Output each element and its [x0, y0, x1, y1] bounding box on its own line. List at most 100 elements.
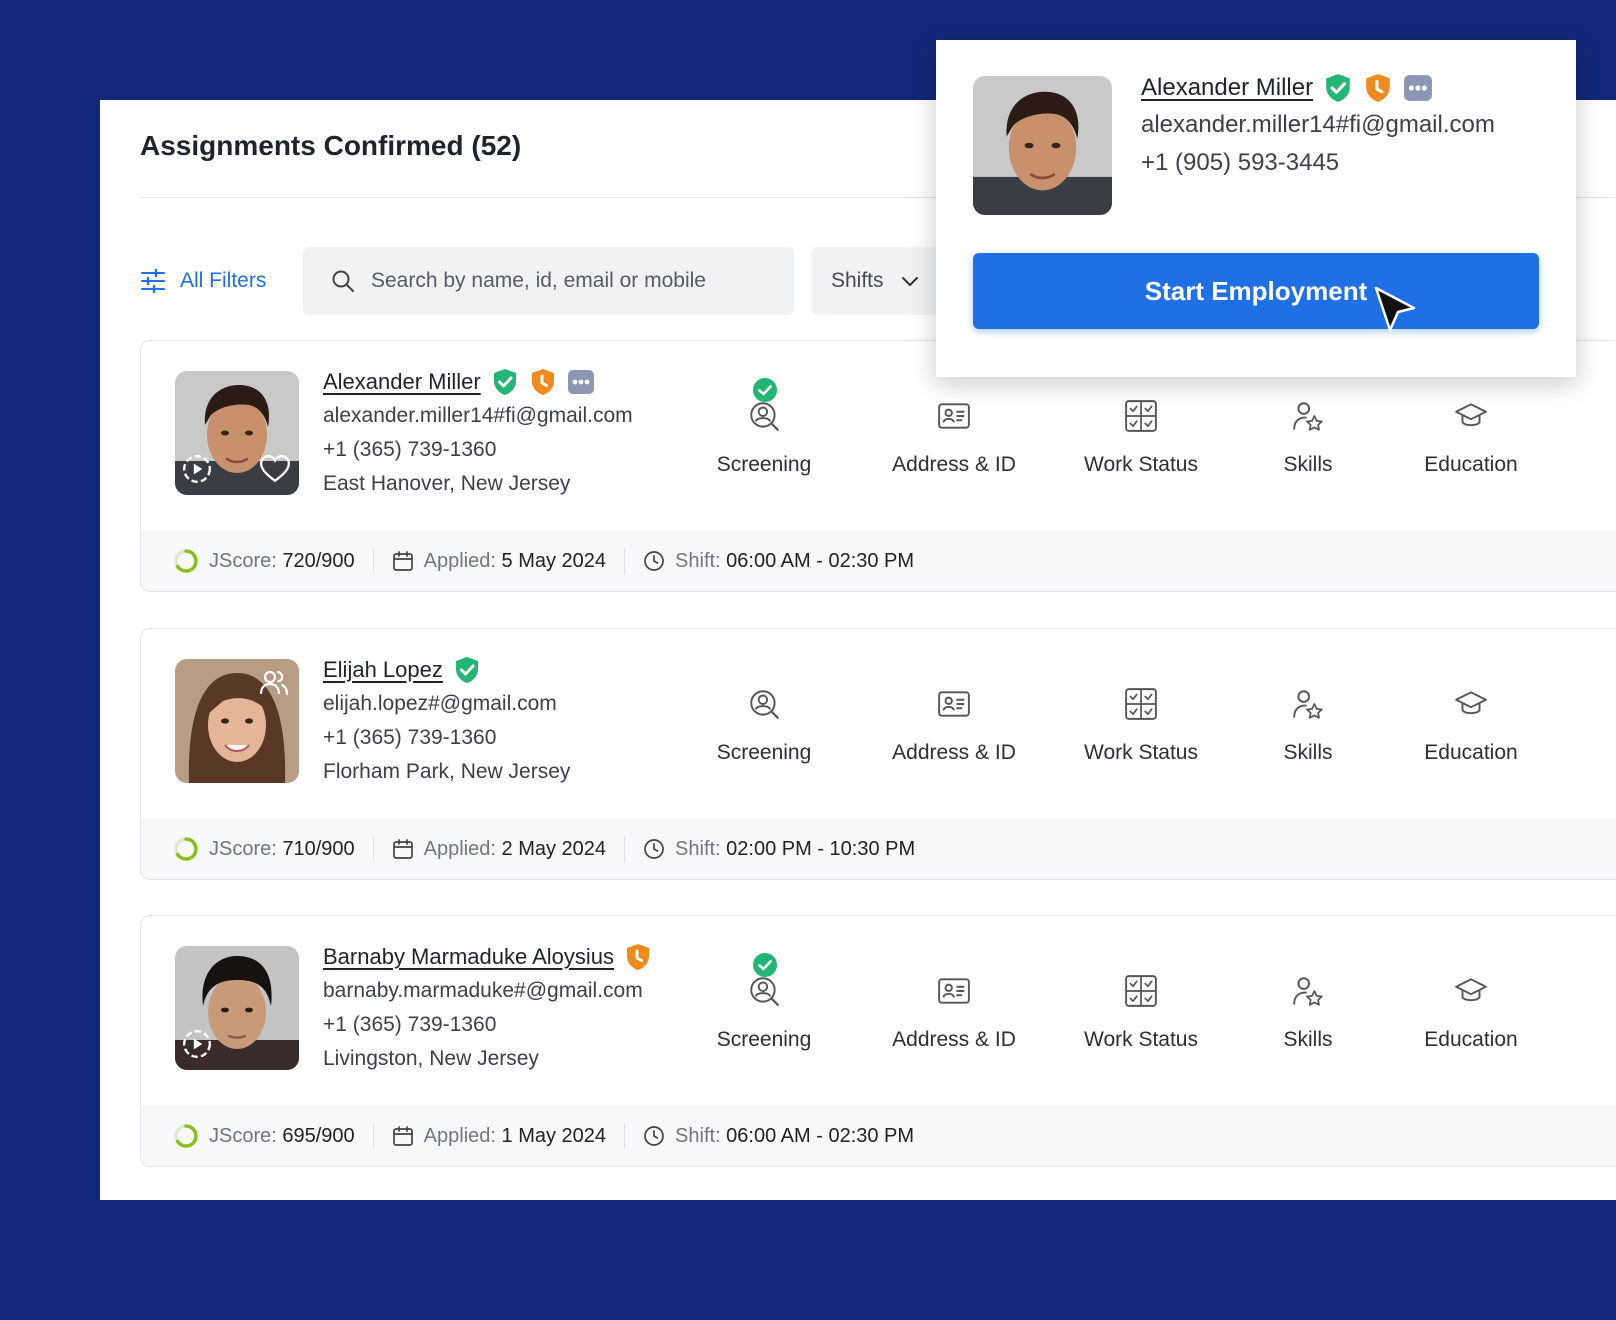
step-label: Skills: [1283, 741, 1333, 764]
step-work-status[interactable]: Work Status: [1073, 948, 1209, 1052]
all-filters-button[interactable]: All Filters: [140, 247, 266, 315]
step-label: Skills: [1283, 453, 1333, 476]
candidate-email: elijah.lopez#@gmail.com: [323, 692, 557, 715]
all-filters-label: All Filters: [180, 269, 267, 292]
verified-shield-icon: [491, 368, 519, 396]
popup-email: alexander.miller14#fi@gmail.com: [1141, 111, 1495, 138]
work-status-icon: [1124, 399, 1158, 433]
work-status-icon: [1124, 974, 1158, 1008]
step-label: Education: [1424, 1028, 1518, 1051]
step-screening[interactable]: Screening: [701, 948, 827, 1052]
education-icon: [1454, 399, 1488, 433]
divider: [624, 548, 626, 574]
step-skills[interactable]: Skills: [1273, 373, 1343, 477]
step-label: Work Status: [1084, 741, 1198, 764]
candidate-photo[interactable]: [175, 946, 299, 1070]
step-skills[interactable]: Skills: [1273, 661, 1343, 765]
step-work-status[interactable]: Work Status: [1073, 661, 1209, 765]
search-box[interactable]: [303, 247, 794, 315]
popup-photo: [973, 76, 1112, 215]
clock-icon: [643, 550, 665, 572]
step-address-id[interactable]: Address & ID: [881, 373, 1027, 477]
step-screening[interactable]: Screening: [701, 373, 827, 477]
divider: [624, 836, 626, 862]
onboarding-steps: Screening Address & ID Work Status Skill…: [701, 948, 1531, 1052]
search-input[interactable]: [369, 268, 773, 294]
onboarding-steps: Screening Address & ID Work Status Skill…: [701, 373, 1531, 477]
step-skills[interactable]: Skills: [1273, 948, 1343, 1052]
applied-date: Applied: 2 May 2024: [392, 838, 606, 861]
clock-icon: [643, 838, 665, 860]
check-circle-icon: [752, 952, 778, 978]
step-screening[interactable]: Screening: [701, 661, 827, 765]
pending-shield-icon: [624, 943, 652, 971]
candidate-name-link[interactable]: Barnaby Marmaduke Aloysius: [323, 944, 614, 970]
more-options-icon[interactable]: [1403, 73, 1433, 103]
candidate-location: Livingston, New Jersey: [323, 1047, 539, 1070]
popup-info: Alexander Miller alexander.miller14#fi@g…: [1141, 70, 1495, 182]
step-label: Skills: [1283, 1028, 1333, 1051]
skills-icon: [1291, 687, 1325, 721]
candidate-phone: +1 (365) 739-1360: [323, 1013, 497, 1036]
step-work-status[interactable]: Work Status: [1073, 373, 1209, 477]
step-label: Work Status: [1084, 1028, 1198, 1051]
shift-value: 06:00 AM - 02:30 PM: [726, 549, 915, 572]
screening-icon: [747, 974, 781, 1008]
start-employment-button[interactable]: Start Employment: [973, 253, 1539, 329]
more-options-icon[interactable]: [567, 368, 595, 396]
popup-name-link[interactable]: Alexander Miller: [1141, 74, 1313, 102]
candidate-photo[interactable]: [175, 371, 299, 495]
screening-icon: [747, 399, 781, 433]
step-education[interactable]: Education: [1411, 661, 1531, 765]
calendar-icon: [392, 1125, 414, 1147]
progress-ring-icon: [173, 836, 199, 862]
candidate-photo[interactable]: [175, 659, 299, 783]
step-label: Address & ID: [892, 741, 1016, 764]
step-label: Education: [1424, 741, 1518, 764]
step-label: Address & ID: [892, 1028, 1016, 1051]
clock-icon: [643, 1125, 665, 1147]
step-address-id[interactable]: Address & ID: [881, 948, 1027, 1052]
step-label: Screening: [716, 1028, 812, 1051]
candidate-email: barnaby.marmaduke#@gmail.com: [323, 979, 643, 1002]
applied-value: 5 May 2024: [501, 549, 607, 572]
step-education[interactable]: Education: [1411, 373, 1531, 477]
candidate-phone: +1 (365) 739-1360: [323, 438, 497, 461]
candidate-popup: Alexander Miller alexander.miller14#fi@g…: [936, 40, 1576, 377]
candidate-name-link[interactable]: Elijah Lopez: [323, 657, 443, 683]
education-icon: [1454, 687, 1488, 721]
divider: [372, 548, 374, 574]
candidate-name-link[interactable]: Alexander Miller: [323, 369, 481, 395]
candidate-phone: +1 (365) 739-1360: [323, 726, 497, 749]
jscore: JScore: 720/900: [173, 548, 355, 574]
shift-time: Shift: 06:00 AM - 02:30 PM: [643, 550, 914, 573]
applied-value: 1 May 2024: [501, 1124, 607, 1147]
play-video-icon[interactable]: [181, 453, 213, 485]
candidate-card: Barnaby Marmaduke Aloysius barnaby.marma…: [140, 915, 1616, 1167]
step-address-id[interactable]: Address & ID: [881, 661, 1027, 765]
filter-sliders-icon: [141, 268, 165, 294]
pending-shield-icon: [1363, 73, 1393, 103]
play-video-icon[interactable]: [181, 1028, 213, 1060]
mouse-cursor-icon: [1374, 286, 1416, 332]
step-label: Address & ID: [892, 453, 1016, 476]
step-label: Work Status: [1084, 453, 1198, 476]
step-label: Screening: [716, 453, 812, 476]
divider: [624, 1123, 626, 1149]
applied-value: 2 May 2024: [501, 837, 607, 860]
shifts-dropdown[interactable]: Shifts: [811, 247, 951, 315]
pending-shield-icon: [529, 368, 557, 396]
education-icon: [1454, 974, 1488, 1008]
heart-icon[interactable]: [259, 453, 291, 485]
step-education[interactable]: Education: [1411, 948, 1531, 1052]
card-footer: JScore: 710/900 Applied: 2 May 2024 Shif…: [141, 818, 1616, 879]
step-label: Screening: [716, 741, 812, 764]
popup-phone: +1 (905) 593-3445: [1141, 149, 1340, 176]
users-icon[interactable]: [259, 667, 289, 697]
step-label: Education: [1424, 453, 1518, 476]
check-circle-icon: [752, 377, 778, 403]
progress-ring-icon: [173, 548, 199, 574]
candidate-info: Alexander Miller alexander.miller14#fi@g…: [323, 365, 633, 501]
candidate-email: alexander.miller14#fi@gmail.com: [323, 404, 633, 427]
avatar: [973, 76, 1112, 215]
